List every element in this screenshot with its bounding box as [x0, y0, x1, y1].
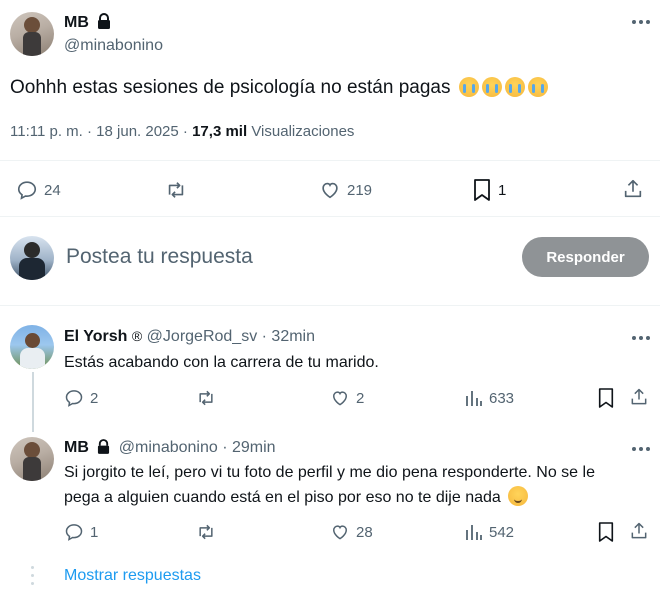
repost-button[interactable] [164, 179, 194, 201]
author-row: MB [64, 13, 111, 34]
heart-icon [322, 182, 338, 199]
share-icon [631, 522, 647, 539]
reply-icon [65, 524, 83, 541]
thread-line [32, 372, 34, 432]
more-options-icon[interactable] [632, 447, 652, 453]
like-button[interactable]: 2 [330, 388, 364, 408]
crying-emoji-icon [504, 77, 525, 97]
author-handle[interactable]: @minabonino [64, 37, 163, 55]
views-count[interactable]: 17,3 mil [192, 123, 247, 140]
bookmark-button[interactable] [597, 387, 615, 409]
divider [0, 160, 660, 161]
repost-icon [199, 390, 213, 406]
crying-emoji-icon [481, 77, 502, 97]
heart-icon [332, 391, 348, 406]
bookmark-icon [474, 179, 490, 201]
bookmark-icon [598, 388, 614, 408]
reply-icon [65, 390, 83, 407]
more-options-icon[interactable] [632, 20, 652, 26]
reply-header: MB @minabonino · 29min [64, 439, 276, 459]
like-count: 219 [347, 181, 373, 199]
like-button[interactable]: 219 [319, 179, 372, 201]
divider [0, 216, 660, 217]
post-meta: 11:11 p. m. · 18 jun. 2025 · 17,3 mil Vi… [10, 123, 355, 140]
bookmark-button[interactable]: 1 [472, 178, 506, 202]
author-handle[interactable]: @minabonino [119, 439, 218, 456]
crying-emoji-icon [527, 77, 548, 97]
like-count: 28 [356, 523, 373, 541]
reply-icon [17, 181, 37, 200]
repost-button[interactable] [195, 388, 217, 408]
analytics-icon [466, 525, 482, 540]
analytics-icon [466, 391, 482, 406]
author-name[interactable]: MB [64, 439, 89, 456]
more-options-icon[interactable] [632, 336, 652, 342]
avatar[interactable] [10, 236, 54, 280]
respond-button[interactable]: Responder [522, 237, 649, 277]
reply-text-line: Si jorgito te leí, pero vi tu foto de pe… [64, 464, 595, 481]
reply-text-line: pega a alguien cuando está en el piso po… [64, 489, 501, 506]
lock-icon [97, 439, 110, 459]
repost-icon [199, 524, 213, 540]
reply-time[interactable]: 32min [271, 328, 315, 345]
lock-icon [97, 13, 111, 34]
heart-icon [332, 525, 348, 540]
bookmark-button[interactable] [597, 521, 615, 543]
share-button[interactable] [622, 178, 644, 200]
post-text: Oohhh estas sesiones de psicología no es… [10, 77, 451, 98]
reply-text: Si jorgito te leí, pero vi tu foto de pe… [64, 462, 654, 509]
reply-input[interactable]: Postea tu respuesta [66, 245, 253, 269]
share-button[interactable] [629, 521, 649, 541]
views-count: 633 [489, 389, 515, 407]
reply-button[interactable]: 2 [64, 388, 98, 408]
relieved-emoji-icon [508, 486, 529, 506]
views-count: 542 [489, 523, 515, 541]
like-button[interactable]: 28 [330, 522, 373, 542]
avatar[interactable] [10, 325, 54, 369]
divider [0, 305, 660, 306]
crying-emoji-icon [458, 77, 479, 97]
avatar[interactable] [10, 12, 54, 56]
reply-text: Estás acabando con la carrera de tu mari… [64, 354, 379, 371]
views-button[interactable]: 542 [465, 522, 514, 542]
show-more-replies-link[interactable]: Mostrar respuestas [64, 567, 201, 585]
repost-button[interactable] [195, 522, 217, 542]
reply-button[interactable]: 1 [64, 522, 98, 542]
post-date[interactable]: 18 jun. 2025 [96, 123, 179, 140]
share-button[interactable] [629, 387, 649, 407]
author-name[interactable]: MB [64, 14, 89, 31]
dotted-thread-icon [31, 565, 35, 587]
post-text-row: Oohhh estas sesiones de psicología no es… [10, 76, 548, 100]
badge-icon: ® [131, 328, 143, 344]
share-icon [631, 388, 647, 405]
avatar[interactable] [10, 437, 54, 481]
reply-header: El Yorsh ® @JorgeRod_sv · 32min [64, 328, 315, 345]
views-label: Visualizaciones [251, 123, 355, 140]
author-name[interactable]: El Yorsh [64, 328, 127, 345]
reply-button[interactable]: 24 [16, 179, 61, 201]
share-icon [624, 179, 642, 198]
author-handle[interactable]: @JorgeRod_sv [147, 328, 258, 345]
post-time[interactable]: 11:11 p. m. [10, 123, 83, 140]
bookmark-count: 1 [498, 181, 507, 199]
reply-count: 2 [90, 389, 99, 407]
views-button[interactable]: 633 [465, 388, 514, 408]
like-count: 2 [356, 389, 365, 407]
reply-time[interactable]: 29min [232, 439, 276, 456]
repost-icon [168, 182, 184, 198]
reply-count: 1 [90, 523, 99, 541]
bookmark-icon [598, 522, 614, 542]
reply-count: 24 [44, 181, 61, 199]
